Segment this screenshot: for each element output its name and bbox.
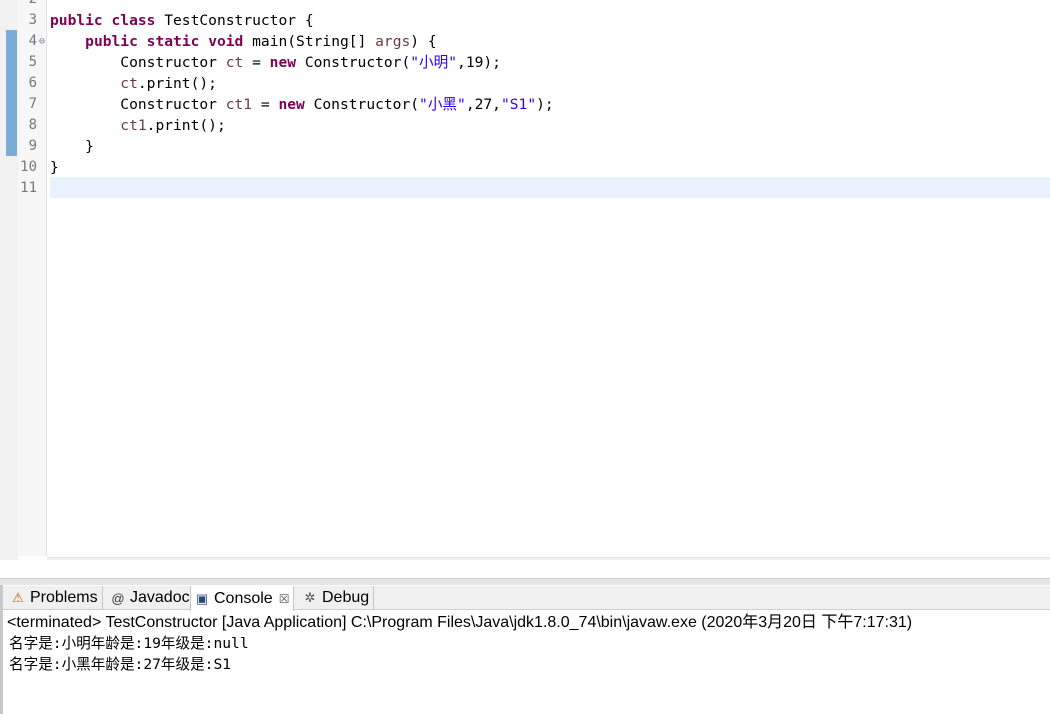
line-number: 4 bbox=[28, 33, 37, 49]
code-token: new bbox=[269, 54, 297, 71]
code-token: ,19); bbox=[457, 54, 501, 71]
scroll-left-icon[interactable]: < bbox=[53, 559, 64, 560]
code-token: Constructor bbox=[50, 96, 226, 113]
code-token: ,27, bbox=[465, 96, 501, 113]
code-token: static bbox=[146, 33, 200, 50]
code-token: args bbox=[375, 33, 411, 50]
console-status-header: <terminated> TestConstructor [Java Appli… bbox=[7, 614, 913, 631]
console-output-line: 名字是:小黑年龄是:27年级是:S1 bbox=[9, 656, 232, 673]
tab-console[interactable]: ▣ Console ☒ bbox=[190, 586, 295, 611]
line-number: 9 bbox=[28, 138, 37, 154]
line-number: 5 bbox=[28, 54, 37, 70]
code-token: ct1 bbox=[225, 96, 253, 113]
code-token: .print(); bbox=[137, 75, 217, 92]
fold-collapse-icon[interactable]: ⊖ bbox=[39, 31, 45, 52]
code-token: public bbox=[85, 33, 138, 50]
line-number-gutter: 2 3 4⊖5 6 7 8 9 10 11 bbox=[18, 0, 47, 556]
panel-tab-bar: ⚠ Problems @ Javadoc ▣ Console ☒ ✲ Debug bbox=[3, 586, 1050, 611]
tab-label: Problems bbox=[30, 589, 98, 606]
code-line[interactable]: Constructor ct1 = new Constructor("小黑",2… bbox=[50, 94, 554, 115]
close-icon[interactable]: ☒ bbox=[279, 592, 290, 606]
code-token: ); bbox=[536, 96, 554, 113]
code-token: ct bbox=[225, 54, 244, 71]
code-token: "S1" bbox=[500, 96, 537, 113]
code-token: ct1 bbox=[120, 117, 147, 134]
line-number: 8 bbox=[28, 117, 37, 133]
problems-icon: ⚠ bbox=[12, 590, 24, 605]
code-token: ) { bbox=[410, 33, 437, 50]
change-marker-bar bbox=[6, 30, 17, 156]
line-number: 3 bbox=[28, 12, 37, 28]
console-icon: ▣ bbox=[195, 590, 209, 606]
code-token: public bbox=[50, 12, 103, 29]
line-number: 7 bbox=[28, 96, 37, 112]
tab-label: Debug bbox=[322, 589, 370, 606]
horizontal-scrollbar[interactable]: < bbox=[47, 557, 1050, 560]
tab-label: Console bbox=[214, 589, 273, 607]
code-token: "小明" bbox=[410, 54, 458, 71]
line-number: 2 bbox=[29, 0, 37, 10]
code-token: TestConstructor { bbox=[155, 12, 314, 29]
code-token: = bbox=[243, 54, 270, 71]
code-line[interactable]: } bbox=[50, 157, 59, 178]
tab-problems[interactable]: ⚠ Problems bbox=[7, 586, 103, 610]
editor-panel-divider[interactable] bbox=[0, 578, 1050, 585]
current-line-highlight bbox=[50, 177, 1050, 198]
code-line[interactable]: ct.print(); bbox=[50, 73, 217, 94]
overview-ruler bbox=[0, 0, 18, 560]
code-token: class bbox=[111, 12, 156, 29]
code-token: "小黑" bbox=[419, 96, 466, 113]
code-token: ct bbox=[120, 75, 138, 92]
code-token: new bbox=[278, 96, 305, 113]
code-token: .print(); bbox=[146, 117, 226, 134]
at-sign-icon: @ bbox=[111, 590, 125, 606]
console-panel: ⚠ Problems @ Javadoc ▣ Console ☒ ✲ Debug <termin… bbox=[0, 585, 1050, 714]
code-token: Constructor( bbox=[304, 96, 420, 113]
code-token: } bbox=[50, 159, 59, 176]
code-token: main(String[] bbox=[243, 33, 376, 50]
line-number: 10 bbox=[20, 159, 37, 175]
line-number: 6 bbox=[28, 75, 37, 91]
code-editor[interactable]: 2 3 4⊖5 6 7 8 9 10 11 public class TestConstruct… bbox=[0, 0, 1050, 560]
debug-bug-icon: ✲ bbox=[304, 590, 316, 605]
code-token: } bbox=[50, 138, 94, 155]
console-output-line: 名字是:小明年龄是:19年级是:null bbox=[9, 635, 249, 652]
code-line[interactable]: public static void main(String[] args) { bbox=[50, 31, 437, 52]
tab-debug[interactable]: ✲ Debug bbox=[299, 586, 375, 610]
code-token: Constructor( bbox=[296, 54, 411, 71]
code-token: = bbox=[252, 96, 279, 113]
code-token: Constructor bbox=[50, 54, 226, 71]
line-number: 11 bbox=[20, 180, 37, 196]
tab-javadoc[interactable]: @ Javadoc bbox=[107, 586, 195, 610]
code-token: void bbox=[208, 33, 244, 50]
code-line[interactable]: } bbox=[50, 136, 94, 157]
code-line[interactable]: Constructor ct = new Constructor("小明",19… bbox=[50, 52, 501, 73]
code-line[interactable]: ct1.print(); bbox=[50, 115, 226, 136]
code-line[interactable]: public class TestConstructor { bbox=[50, 10, 314, 31]
tab-label: Javadoc bbox=[130, 589, 190, 606]
